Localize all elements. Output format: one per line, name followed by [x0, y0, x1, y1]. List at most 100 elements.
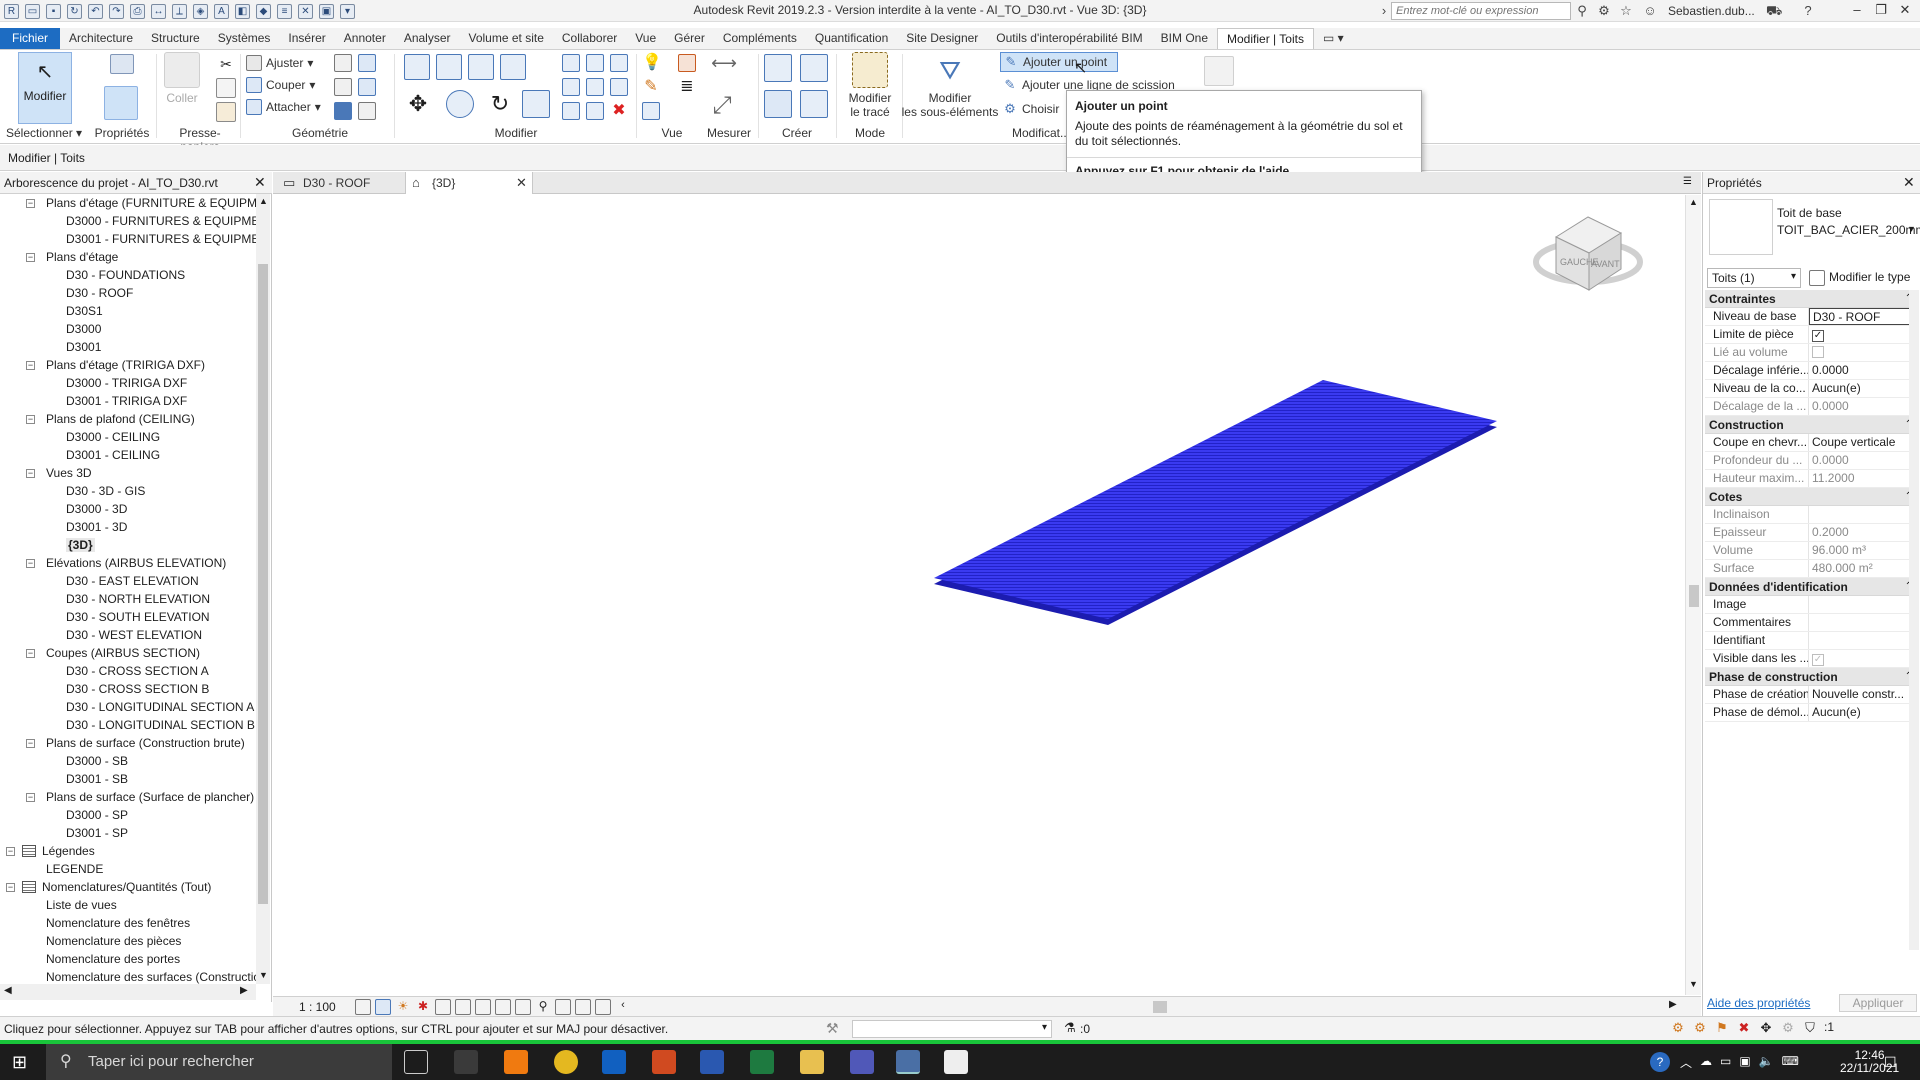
- properties-close-icon[interactable]: ✕: [1903, 174, 1915, 191]
- view-scale[interactable]: 1 : 100: [299, 1000, 336, 1014]
- browser-group[interactable]: Plans de surface (Construction brute): [46, 734, 245, 752]
- browser-view-item[interactable]: {3D}: [66, 536, 95, 554]
- collapse-toggle-icon[interactable]: −: [26, 253, 35, 262]
- copy-icon[interactable]: [216, 78, 236, 98]
- type-name[interactable]: TOIT_BAC_ACIER_200mm: [1777, 222, 1920, 238]
- viewcube-front-label[interactable]: AVANT: [1591, 259, 1620, 269]
- property-value[interactable]: [1809, 596, 1917, 613]
- tab-view[interactable]: Vue: [626, 28, 665, 49]
- filter-icon[interactable]: ⚗: [1064, 1020, 1076, 1036]
- select-links-icon[interactable]: ⚙: [1670, 1020, 1686, 1036]
- workset-icon[interactable]: ⚒: [826, 1020, 839, 1037]
- help-tray-icon[interactable]: ?: [1650, 1052, 1670, 1072]
- task-view-icon[interactable]: [404, 1050, 428, 1074]
- onedrive-icon[interactable]: ☁: [1700, 1054, 1712, 1071]
- select-by-face-icon[interactable]: ✖: [1736, 1020, 1752, 1036]
- paint-icon[interactable]: [358, 78, 376, 96]
- move-icon[interactable]: ✥: [404, 90, 432, 118]
- property-group-header[interactable]: Phase de construction⌃: [1705, 668, 1917, 686]
- binoculars-icon[interactable]: ⚲: [1574, 3, 1590, 19]
- print-icon[interactable]: ⎙: [130, 3, 145, 19]
- background-process-icon[interactable]: ⚙: [1780, 1020, 1796, 1036]
- browser-view-item[interactable]: Liste de vues: [46, 896, 117, 914]
- favorites-star-icon[interactable]: ☆: [1618, 3, 1634, 19]
- property-value[interactable]: Aucun(e): [1809, 380, 1917, 397]
- properties-help-link[interactable]: Aide des propriétés: [1707, 996, 1810, 1010]
- text-icon[interactable]: A: [214, 3, 229, 19]
- trim-button[interactable]: Ajuster ▾: [246, 52, 321, 74]
- open-icon[interactable]: ▭: [25, 3, 40, 19]
- cut-geometry-button[interactable]: Couper ▾: [246, 74, 321, 96]
- collapse-toggle-icon[interactable]: −: [26, 793, 35, 802]
- battery-icon[interactable]: ▭: [1720, 1054, 1731, 1071]
- tab-collaborate[interactable]: Collaborer: [553, 28, 626, 49]
- browser-view-item[interactable]: D3001 - TRIRIGA DXF: [66, 392, 187, 410]
- property-group-header[interactable]: Contraintes⌃: [1705, 290, 1917, 308]
- volume-icon[interactable]: 🔈: [1759, 1054, 1774, 1071]
- customize-qat-icon[interactable]: ▾: [340, 3, 355, 19]
- trim-extend-icon[interactable]: [522, 90, 550, 118]
- select-underlay-icon[interactable]: ⚙: [1692, 1020, 1708, 1036]
- undo-icon[interactable]: ↶: [88, 3, 103, 19]
- view-tab-roof[interactable]: ▭ D30 - ROOF: [277, 172, 403, 194]
- minimize-button[interactable]: –: [1846, 2, 1868, 20]
- vlc-icon[interactable]: [504, 1050, 528, 1074]
- bulb-icon[interactable]: 💡: [642, 54, 662, 72]
- sync-icon[interactable]: ↻: [67, 3, 82, 19]
- reveal-constraints-icon[interactable]: [595, 999, 611, 1015]
- measure-icon[interactable]: ↔: [151, 3, 166, 19]
- browser-view-item[interactable]: D30 - 3D - GIS: [66, 482, 145, 500]
- collapse-toggle-icon[interactable]: −: [26, 469, 35, 478]
- close-view-icon[interactable]: ✕: [516, 172, 527, 194]
- browser-view-item[interactable]: D3000 - SP: [66, 806, 128, 824]
- tab-architecture[interactable]: Architecture: [60, 28, 142, 49]
- subscription-icon[interactable]: ⚙: [1596, 3, 1612, 19]
- type-family[interactable]: Toit de base: [1777, 206, 1842, 220]
- select-panel-title[interactable]: Sélectionner ▾: [6, 126, 86, 140]
- create-parts-icon[interactable]: [800, 54, 828, 82]
- revit-taskbar-icon[interactable]: [896, 1050, 920, 1074]
- analytical-model-icon[interactable]: [555, 999, 571, 1015]
- aligned-dimension-icon[interactable]: ⟷: [706, 54, 742, 72]
- add-point-button[interactable]: ✎ Ajouter un point: [1000, 52, 1118, 72]
- reveal-hidden-icon[interactable]: ⚲: [535, 999, 551, 1015]
- linework-icon[interactable]: ≣: [678, 78, 696, 96]
- property-value[interactable]: ✓: [1809, 650, 1917, 667]
- outlook-icon[interactable]: [602, 1050, 626, 1074]
- browser-group[interactable]: Plans d'étage: [46, 248, 118, 266]
- user-icon[interactable]: ☺: [1642, 3, 1658, 19]
- browser-view-item[interactable]: D30S1: [66, 302, 103, 320]
- collapse-toggle-icon[interactable]: −: [26, 649, 35, 658]
- browser-group[interactable]: Coupes (AIRBUS SECTION): [46, 644, 200, 662]
- taskbar-search[interactable]: ⚲ Taper ici pour rechercher: [46, 1044, 392, 1080]
- browser-view-item[interactable]: D3001: [66, 338, 101, 356]
- workset-select[interactable]: ▾: [852, 1020, 1052, 1038]
- browser-view-item[interactable]: Nomenclature des fenêtres: [46, 914, 190, 932]
- browser-view-item[interactable]: D30 - LONGITUDINAL SECTION B: [66, 716, 255, 734]
- property-value[interactable]: Aucun(e): [1809, 704, 1917, 721]
- view-tab-3d[interactable]: ⌂ {3D} ✕: [405, 172, 533, 194]
- collapse-toggle-icon[interactable]: −: [26, 559, 35, 568]
- modify-sub-elements-button[interactable]: ⛛ Modifier les sous-éléments: [900, 52, 1000, 119]
- property-value[interactable]: Coupe verticale: [1809, 434, 1917, 451]
- tab-bim-one[interactable]: BIM One: [1152, 28, 1217, 49]
- tab-site-designer[interactable]: Site Designer: [897, 28, 987, 49]
- collapse-toggle-icon[interactable]: −: [26, 199, 35, 208]
- mirror-axis-icon[interactable]: [468, 54, 494, 80]
- temp-hide-icon[interactable]: [515, 999, 531, 1015]
- property-value[interactable]: Nouvelle constr...: [1809, 686, 1917, 703]
- highlight-displacement-icon[interactable]: [575, 999, 591, 1015]
- apply-button[interactable]: Appliquer: [1839, 994, 1917, 1012]
- scroll-up-icon[interactable]: ▲: [259, 196, 268, 206]
- browser-group[interactable]: Vues 3D: [46, 464, 92, 482]
- tab-annotate[interactable]: Annoter: [335, 28, 395, 49]
- scroll-down-icon[interactable]: ▼: [259, 970, 268, 980]
- filter-funnel-icon[interactable]: ⛉: [1802, 1020, 1818, 1036]
- rotate-icon[interactable]: ↻: [486, 90, 514, 118]
- view-hscroll-thumb[interactable]: [1153, 1001, 1167, 1013]
- scroll-right-icon[interactable]: ▶: [1669, 999, 1677, 1010]
- scroll-right-icon[interactable]: ▶: [240, 985, 248, 996]
- match-properties-icon[interactable]: [216, 102, 236, 122]
- scale-icon[interactable]: [586, 78, 604, 96]
- tab-structure[interactable]: Structure: [142, 28, 209, 49]
